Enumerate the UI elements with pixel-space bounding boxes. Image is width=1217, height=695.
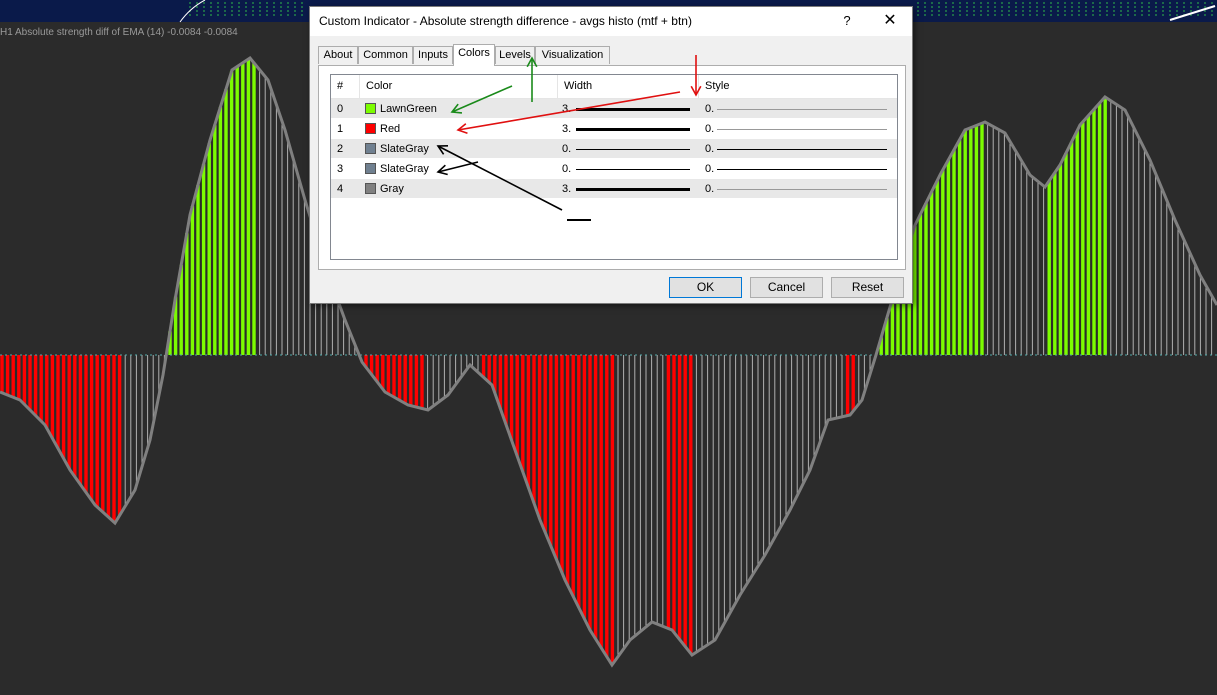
custom-indicator-dialog: Custom Indicator - Absolute strength dif… bbox=[309, 6, 913, 304]
width-value: 3. bbox=[562, 183, 572, 195]
color-name: LawnGreen bbox=[380, 103, 437, 115]
table-row[interactable]: 4 Gray 3. 0. bbox=[331, 179, 897, 199]
style-line-sample bbox=[717, 189, 887, 190]
color-selector[interactable]: SlateGray bbox=[360, 139, 558, 159]
header-width: Width bbox=[558, 75, 699, 98]
color-swatch bbox=[365, 143, 376, 154]
color-name: Gray bbox=[380, 183, 404, 195]
header-index: # bbox=[331, 75, 360, 98]
style-line-sample bbox=[717, 109, 887, 110]
style-selector[interactable]: 0. bbox=[699, 119, 897, 139]
table-row[interactable]: 3 SlateGray 0. 0. bbox=[331, 159, 897, 179]
tab-visualization[interactable]: Visualization bbox=[535, 46, 610, 64]
width-selector[interactable]: 0. bbox=[558, 139, 699, 159]
tab-colors[interactable]: Colors bbox=[453, 44, 495, 66]
row-index: 2 bbox=[337, 143, 344, 155]
tab-about[interactable]: About bbox=[318, 46, 358, 64]
color-name: Red bbox=[380, 123, 401, 135]
style-value: 0. bbox=[705, 103, 715, 115]
colors-panel: # Color Width Style 0 LawnGreen 3. 0. 1 Red 3.… bbox=[318, 65, 906, 270]
width-line-sample bbox=[576, 128, 690, 131]
cancel-button[interactable]: Cancel bbox=[750, 277, 823, 298]
colors-table: # Color Width Style 0 LawnGreen 3. 0. 1 Red 3.… bbox=[330, 74, 898, 260]
style-selector[interactable]: 0. bbox=[699, 179, 897, 199]
style-line-sample bbox=[717, 149, 887, 150]
table-header: # Color Width Style bbox=[331, 75, 897, 99]
style-selector[interactable]: 0. bbox=[699, 139, 897, 159]
indicator-label: H1 Absolute strength diff of EMA (14) -0… bbox=[0, 27, 238, 38]
width-line-sample bbox=[576, 169, 690, 170]
width-value: 0. bbox=[562, 163, 572, 175]
width-line-sample bbox=[576, 188, 690, 191]
style-value: 0. bbox=[705, 183, 715, 195]
style-line-sample bbox=[717, 169, 887, 170]
width-selector[interactable]: 3. bbox=[558, 179, 699, 199]
style-selector[interactable]: 0. bbox=[699, 159, 897, 179]
width-value: 3. bbox=[562, 123, 572, 135]
dialog-titlebar[interactable]: Custom Indicator - Absolute strength dif… bbox=[310, 7, 912, 36]
tab-levels[interactable]: Levels bbox=[495, 46, 535, 64]
style-line-sample bbox=[717, 129, 887, 130]
row-index: 1 bbox=[337, 123, 344, 135]
width-selector[interactable]: 3. bbox=[558, 119, 699, 139]
style-value: 0. bbox=[705, 123, 715, 135]
width-value: 3. bbox=[562, 103, 572, 115]
color-swatch bbox=[365, 103, 376, 114]
price-strip-curve bbox=[179, 0, 206, 23]
color-selector[interactable]: LawnGreen bbox=[360, 99, 558, 119]
color-name: SlateGray bbox=[380, 143, 429, 155]
color-swatch bbox=[365, 123, 376, 134]
reset-button[interactable]: Reset bbox=[831, 277, 904, 298]
color-name: SlateGray bbox=[380, 163, 429, 175]
style-selector[interactable]: 0. bbox=[699, 99, 897, 119]
help-button[interactable]: ? bbox=[832, 9, 862, 33]
table-row[interactable]: 1 Red 3. 0. bbox=[331, 119, 897, 139]
close-button[interactable]: ✕ bbox=[872, 9, 908, 33]
tab-common[interactable]: Common bbox=[358, 46, 413, 64]
color-swatch bbox=[365, 183, 376, 194]
chart-window: H1 Absolute strength diff of EMA (14) -0… bbox=[0, 0, 1217, 695]
color-selector[interactable]: Gray bbox=[360, 179, 558, 199]
ok-button[interactable]: OK bbox=[669, 277, 742, 298]
header-color: Color bbox=[360, 75, 558, 98]
style-value: 0. bbox=[705, 143, 715, 155]
row-index: 4 bbox=[337, 183, 344, 195]
dialog-title: Custom Indicator - Absolute strength dif… bbox=[319, 14, 692, 28]
width-line-sample bbox=[576, 108, 690, 111]
header-style: Style bbox=[705, 80, 730, 92]
width-value: 0. bbox=[562, 143, 572, 155]
table-row[interactable]: 0 LawnGreen 3. 0. bbox=[331, 99, 897, 119]
price-strip-line bbox=[1169, 5, 1216, 21]
row-index: 3 bbox=[337, 163, 344, 175]
width-selector[interactable]: 3. bbox=[558, 99, 699, 119]
color-selector[interactable]: Red bbox=[360, 119, 558, 139]
color-swatch bbox=[365, 163, 376, 174]
style-value: 0. bbox=[705, 163, 715, 175]
color-selector[interactable]: SlateGray bbox=[360, 159, 558, 179]
row-index: 0 bbox=[337, 103, 344, 115]
width-selector[interactable]: 0. bbox=[558, 159, 699, 179]
tab-inputs[interactable]: Inputs bbox=[413, 46, 453, 64]
width-line-sample bbox=[576, 149, 690, 150]
table-row[interactable]: 2 SlateGray 0. 0. bbox=[331, 139, 897, 159]
